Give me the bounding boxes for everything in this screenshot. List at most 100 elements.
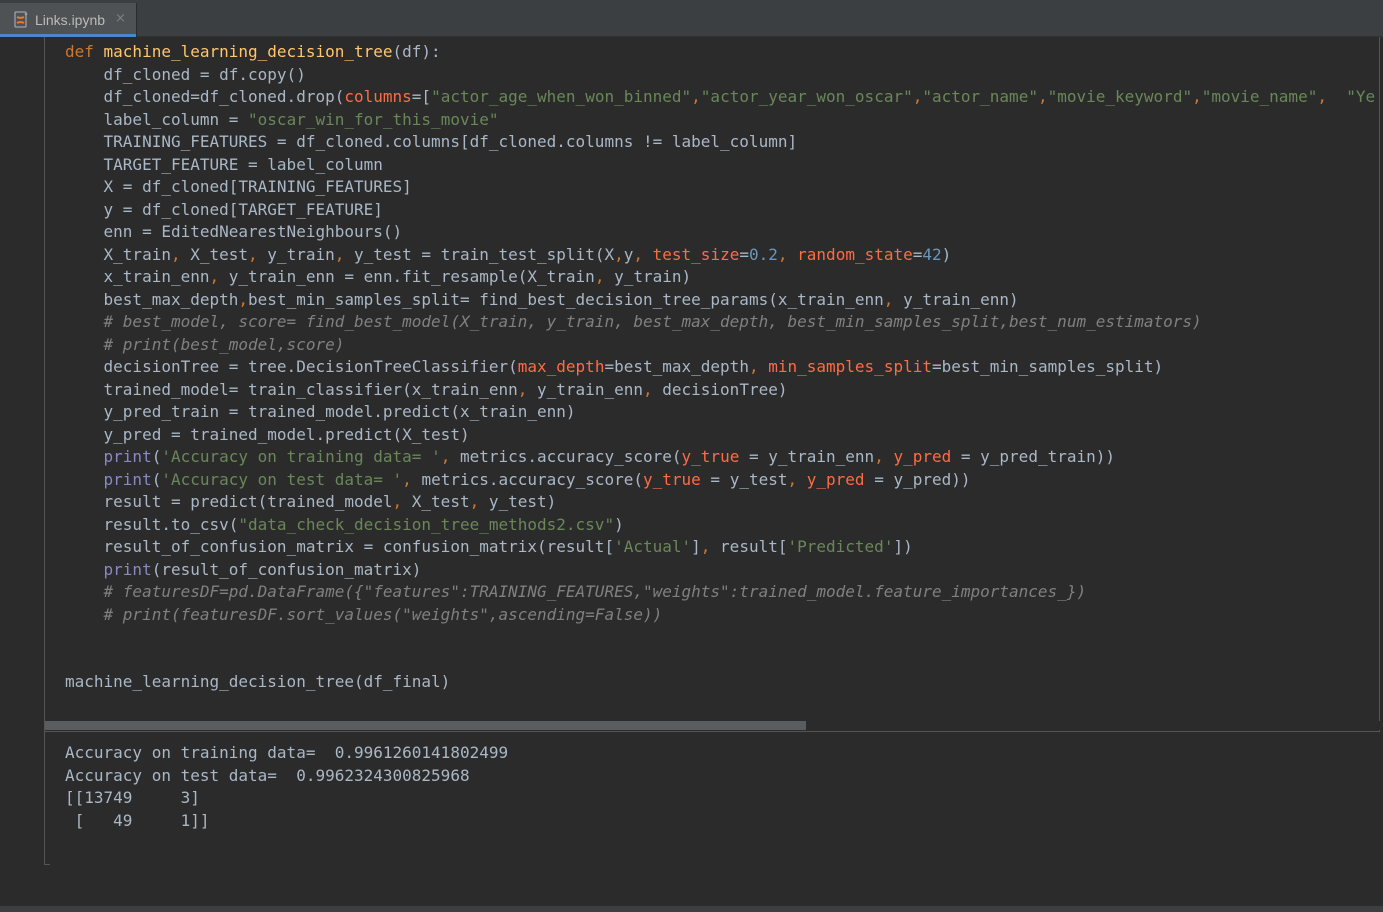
code-token: result = predict(trained_model [65,492,393,511]
code-token: "oscar_win_for_this_movie" [248,109,499,129]
code-line: print('Accuracy on training data= ', met… [65,446,1375,469]
code-cell[interactable]: def machine_learning_decision_tree(df): … [45,37,1380,731]
code-line: TARGET_FEATURE = label_column [65,154,1375,177]
code-line: TRAINING_FEATURES = df_cloned.columns[df… [65,131,1375,154]
code-token: ( [151,447,162,466]
code-token: machine_learning_decision_tree [103,42,393,61]
code-token: , [238,289,249,309]
code-line: X = df_cloned[TRAINING_FEATURES] [65,176,1375,199]
code-token: y [623,244,634,264]
code-token: , [883,289,904,309]
code-token: best_min_samples_split= find_best_decisi… [248,289,884,309]
code-token: columns [344,87,412,106]
code-line: result = predict(trained_model, X_test, … [65,491,1375,514]
code-token: , [209,267,229,286]
code-token: , [517,379,538,399]
code-token: , [170,244,191,264]
code-token: = y_pred_train)) [951,447,1116,466]
code-token: , [777,244,798,264]
code-line: # print(best_model,score) [65,334,1375,357]
code-token: df_cloned=df_cloned.drop( [65,87,345,106]
code-token: =best_max_depth [604,357,749,376]
code-token: 'Actual' [614,537,692,556]
horizontal-scrollbar-thumb[interactable] [45,721,806,730]
code-token: # print(best_model,score) [65,334,345,354]
code-token: # best_model, score= find_best_model(X_t… [65,312,1202,331]
code-token: , [402,469,422,489]
code-token: TARGET_FEATURE = label_column [65,154,383,174]
code-token: print [103,469,152,489]
code-token: X_test [411,492,470,511]
code-token: , [248,244,268,264]
code-token: X = df_cloned[TRAINING_FEATURES] [65,177,412,196]
code-token: result[ [720,537,788,556]
code-cell-border [1379,37,1380,731]
code-token: test_size [652,244,740,264]
code-token: machine_learning_decision_tree(df_final) [65,672,451,691]
code-token: y_train [267,244,335,264]
code-token: # print(featuresDF.sort_values("weights"… [65,604,663,624]
code-token: = y_train_enn [739,447,875,466]
code-token: , [614,244,624,264]
code-token: y_train_enn) [903,289,1019,309]
output-line: [[13749 3] [65,788,200,807]
code-token: =[ [411,87,432,106]
code-token: best_max_depth [65,289,239,309]
code-token: print [103,559,152,579]
code-line: decisionTree = tree.DecisionTreeClassifi… [65,356,1375,379]
code-token: ( [151,469,162,489]
tab-label: Links.ipynb [35,12,106,28]
code-token: = [739,244,749,264]
code-token: "data_check_decision_tree_methods2.csv" [238,514,615,534]
code-token: y_true [681,447,740,466]
code-line: def machine_learning_decision_tree(df): [65,41,1375,64]
code-editor[interactable]: def machine_learning_decision_tree(df): … [65,41,1375,694]
code-line: X_train, X_test, y_train, y_test = train… [65,244,1375,267]
code-token: ) [941,244,952,264]
code-line: y = df_cloned[TARGET_FEATURE] [65,199,1375,222]
code-token: y_pred = trained_model.predict(X_test) [65,424,470,444]
code-line: y_pred = trained_model.predict(X_test) [65,424,1375,447]
editor-tab-bar: Links.ipynb × [0,0,1383,37]
code-token: y_test = train_test_split(X [354,244,615,264]
code-token: X_train [65,244,171,264]
cell-output-separator [45,731,1380,732]
code-token: y = df_cloned[TARGET_FEATURE] [65,199,383,219]
code-token: 'Accuracy on test data= ' [161,469,403,489]
code-token: 42 [922,244,942,264]
code-token: result_of_confusion_matrix = confusion_m… [65,537,615,556]
code-token: ]) [893,537,913,556]
code-line: trained_model= train_classifier(x_train_… [65,379,1375,402]
cell-gutter-foot [44,864,50,865]
code-token: , [1037,87,1048,106]
code-token: metrics.accuracy_score( [459,447,682,466]
code-line: # print(featuresDF.sort_values("weights"… [65,604,1375,627]
code-token: , [633,244,653,264]
code-token: decisionTree) [662,379,788,399]
code-token: y_test) [488,492,557,511]
code-token: , [334,244,354,264]
code-token: , [691,87,701,106]
code-token: , [642,379,663,399]
code-token: , [912,87,923,106]
code-token: def [65,42,104,61]
code-line: print('Accuracy on test data= ', metrics… [65,469,1375,492]
code-token: y_pred_train = trained_model.predict(x_t… [65,402,576,421]
code-line: # featuresDF=pd.DataFrame({"features":TR… [65,581,1375,604]
code-token: random_state [797,244,913,264]
close-icon[interactable]: × [115,11,126,26]
code-token: = [912,244,923,264]
code-token: x_train_enn [65,267,210,286]
tab-links-ipynb[interactable]: Links.ipynb × [0,3,137,37]
code-line: print(result_of_confusion_matrix) [65,559,1375,582]
code-token: 0.2 [748,244,778,264]
code-token: X_test [190,244,249,264]
code-token: enn = EditedNearestNeighbours() [65,222,403,241]
code-line: label_column = "oscar_win_for_this_movie… [65,109,1375,132]
code-token: TRAINING_FEATURES = df_cloned.columns[df… [65,132,798,151]
code-line: df_cloned=df_cloned.drop(columns=[ "actor… [65,86,1376,109]
code-token: , [440,447,460,466]
jupyter-notebook-icon [13,11,29,29]
code-token: "actor_year_won_oscar" [700,87,913,106]
